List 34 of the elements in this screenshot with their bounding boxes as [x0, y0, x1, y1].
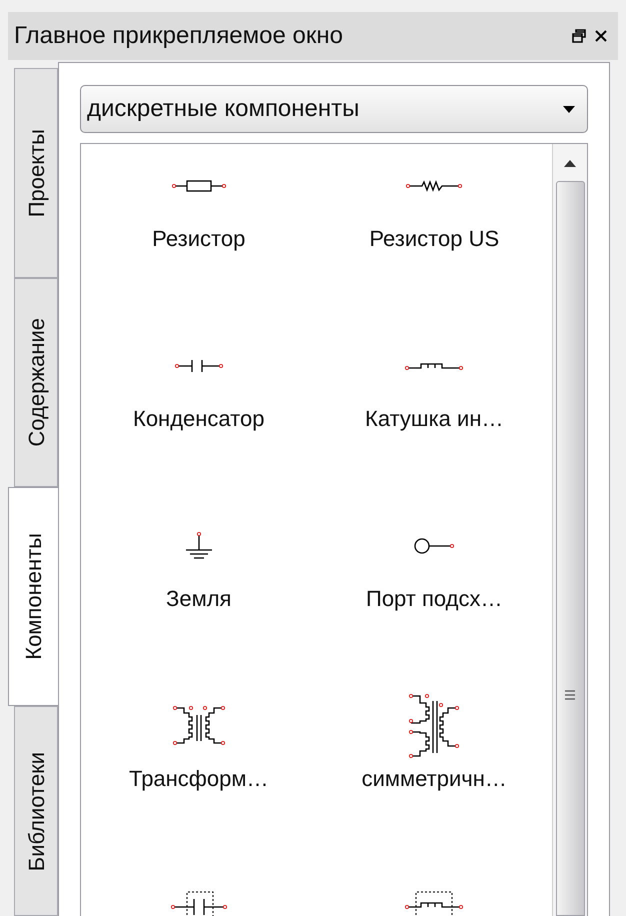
- ground-symbol-icon: [184, 531, 214, 561]
- center-tap-transformer-icon: [408, 693, 460, 759]
- component-label: Земля: [166, 585, 232, 613]
- close-icon[interactable]: [594, 29, 608, 43]
- component-item[interactable]: Земля: [81, 514, 316, 694]
- scroll-thumb[interactable]: [556, 181, 584, 916]
- component-label: Резистор US: [369, 225, 500, 253]
- side-tab[interactable]: Проекты: [14, 68, 58, 278]
- component-label: симметричн…: [362, 765, 507, 793]
- component-label: Катушка ин…: [365, 405, 504, 433]
- caret-icon: [563, 106, 575, 112]
- component-label: Трансформ…: [128, 765, 269, 793]
- zigzag-resistor-icon: [405, 179, 464, 193]
- component-item[interactable]: Конденсатор: [81, 334, 316, 514]
- scroll-up-arrow-icon[interactable]: [564, 160, 576, 167]
- component-item[interactable]: Трансформ…: [81, 694, 316, 874]
- side-tab[interactable]: Содержание: [14, 278, 58, 488]
- resistor-symbol-icon: [170, 179, 227, 193]
- category-dropdown[interactable]: дискретные компоненты: [80, 85, 588, 133]
- component-item[interactable]: Резистор: [81, 154, 316, 334]
- component-item[interactable]: Резистор US: [316, 154, 552, 334]
- vertical-scrollbar[interactable]: [552, 144, 587, 916]
- component-item[interactable]: симметричн…: [316, 694, 552, 874]
- side-tab[interactable]: Библиотеки: [14, 706, 58, 916]
- component-label: Порт подсх…: [366, 585, 502, 613]
- capacitor-symbol-icon: [174, 358, 224, 374]
- component-label: Конденсатор: [133, 405, 264, 433]
- component-item[interactable]: Порт подсх…: [316, 514, 552, 694]
- grip-icon: [565, 690, 575, 700]
- window-title: Главное прикрепляемое окно: [14, 21, 344, 51]
- component-label: Резистор: [152, 225, 246, 253]
- component-item[interactable]: Катушка ин…: [316, 334, 552, 514]
- side-tab[interactable]: Компоненты: [8, 487, 58, 706]
- restore-icon[interactable]: [572, 29, 586, 43]
